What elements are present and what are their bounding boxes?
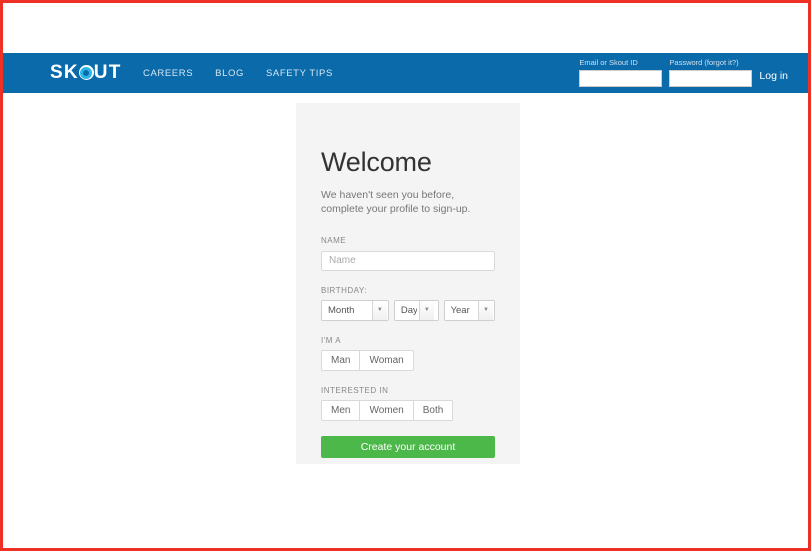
interested-option-women[interactable]: Women (360, 399, 414, 421)
password-field-label[interactable]: Password (forgot it?) (669, 58, 752, 68)
browser-viewport: SK UT CAREERS BLOG SAFETY TIPS Email or S… (3, 3, 808, 548)
birth-day-select[interactable]: Day ▼ (393, 299, 439, 321)
log-in-button[interactable]: Log in (759, 70, 788, 82)
nav-item-safety-tips[interactable]: SAFETY TIPS (266, 68, 333, 79)
gender-option-man[interactable]: Man (321, 349, 361, 371)
logo-text-before: SK (50, 62, 79, 83)
birth-day-value: Day (400, 304, 417, 316)
skout-logo[interactable]: SK UT (50, 62, 122, 84)
page-title: Welcome (321, 147, 432, 177)
name-input[interactable] (321, 250, 495, 271)
birth-month-select[interactable]: Month ▼ (321, 299, 389, 321)
chevron-down-icon: ▼ (371, 300, 387, 320)
logo-text-after: UT (93, 62, 122, 83)
signup-subtitle: We haven't seen you before, complete you… (321, 189, 471, 215)
password-field-wrapper: Password (forgot it?) (669, 58, 753, 87)
signup-card: Welcome We haven't seen you before, comp… (296, 103, 520, 464)
name-group: NAME (321, 236, 495, 271)
interested-option-men[interactable]: Men (321, 399, 361, 421)
gender-group: I'M A Man Woman (321, 336, 495, 371)
nav-item-blog[interactable]: BLOG (215, 68, 244, 79)
birthday-group: BIRTHDAY: Month ▼ Day ▼ Year ▼ (321, 285, 496, 321)
birthday-label: BIRTHDAY: (321, 285, 367, 295)
gender-label: I'M A (321, 335, 342, 345)
email-field-wrapper: Email or Skout ID (579, 58, 663, 87)
interested-option-both[interactable]: Both (413, 399, 454, 421)
nav-item-careers[interactable]: CAREERS (143, 68, 193, 79)
email-or-skout-id-input[interactable] (579, 70, 663, 87)
password-input[interactable] (669, 70, 753, 87)
login-form: Email or Skout ID Password (forgot it?) … (579, 53, 788, 93)
chevron-down-icon: ▼ (478, 300, 494, 320)
interested-in-group: INTERESTED IN Men Women Both (321, 386, 495, 421)
create-account-button[interactable]: Create your account (321, 435, 495, 458)
birth-year-value: Year (450, 304, 470, 316)
name-label: NAME (321, 236, 347, 245)
target-circle-icon (78, 65, 94, 80)
interested-in-label: INTERESTED IN (321, 385, 389, 395)
primary-nav: CAREERS BLOG SAFETY TIPS (143, 53, 333, 93)
birth-year-select[interactable]: Year ▼ (443, 299, 496, 321)
interested-in-options: Men Women Both (321, 399, 495, 421)
email-field-label: Email or Skout ID (579, 58, 638, 67)
birthday-selects: Month ▼ Day ▼ Year ▼ (321, 299, 496, 321)
birth-month-value: Month (328, 304, 355, 316)
chevron-down-icon: ▼ (418, 300, 434, 320)
site-header: SK UT CAREERS BLOG SAFETY TIPS Email or S… (3, 53, 808, 93)
gender-option-woman[interactable]: Woman (360, 349, 414, 371)
gender-options: Man Woman (321, 349, 495, 371)
page-root: SK UT CAREERS BLOG SAFETY TIPS Email or S… (0, 0, 811, 551)
